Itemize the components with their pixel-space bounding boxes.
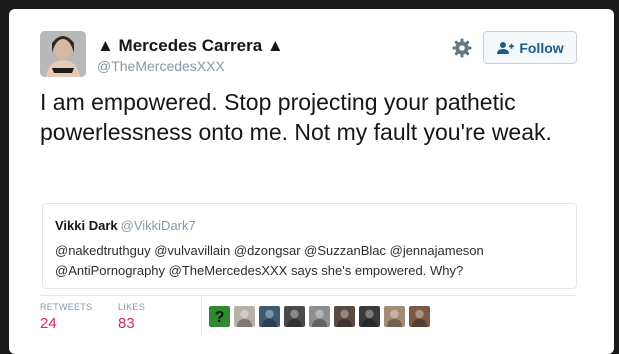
likes-label: LIKES <box>118 302 146 312</box>
quoted-tweet[interactable]: Vikki Dark @VikkiDark7 @nakedtruthguy @vu… <box>42 203 577 289</box>
add-user-icon <box>497 41 515 54</box>
tweet-text: I am empowered. Stop projecting your pat… <box>40 89 552 145</box>
liker-avatar-icon[interactable] <box>334 306 355 327</box>
liker-avatar-icon[interactable] <box>384 306 405 327</box>
quoted-author-handle: @VikkiDark7 <box>120 218 196 233</box>
liker-avatar-icon[interactable] <box>309 306 330 327</box>
liker-avatar-icon[interactable] <box>284 306 305 327</box>
liker-avatars: ? <box>209 306 430 327</box>
tweet-card: ▲ Mercedes Carrera ▲ @TheMercedesXXX Fol… <box>9 9 614 354</box>
stats-separator <box>201 295 202 335</box>
quoted-tweet-text: @nakedtruthguy @vulvavillain @dzongsar @… <box>55 243 484 278</box>
author-avatar[interactable] <box>40 31 86 77</box>
retweets-stat[interactable]: RETWEETS 24 <box>40 302 92 332</box>
likes-stat[interactable]: LIKES 83 <box>118 302 145 332</box>
author-display-name[interactable]: ▲ Mercedes Carrera ▲ <box>97 36 284 56</box>
quoted-author: Vikki Dark @VikkiDark7 <box>55 218 196 233</box>
svg-text:?: ? <box>215 309 225 326</box>
profile-photo-icon <box>40 31 86 77</box>
liker-avatar-icon[interactable] <box>234 306 255 327</box>
stats-divider <box>40 295 577 296</box>
liker-avatar-icon[interactable] <box>259 306 280 327</box>
likes-count: 83 <box>118 315 135 332</box>
author-handle[interactable]: @TheMercedesXXX <box>97 58 225 74</box>
follow-button[interactable]: Follow <box>483 31 577 64</box>
liker-avatar-icon[interactable] <box>359 306 380 327</box>
gear-icon[interactable] <box>452 38 472 58</box>
retweets-count: 24 <box>40 315 57 332</box>
liker-avatar-icon[interactable] <box>409 306 430 327</box>
quoted-author-name: Vikki Dark <box>55 218 118 233</box>
retweets-label: RETWEETS <box>40 302 93 312</box>
follow-label: Follow <box>519 39 564 56</box>
question-mark-avatar-icon[interactable]: ? <box>209 306 230 327</box>
